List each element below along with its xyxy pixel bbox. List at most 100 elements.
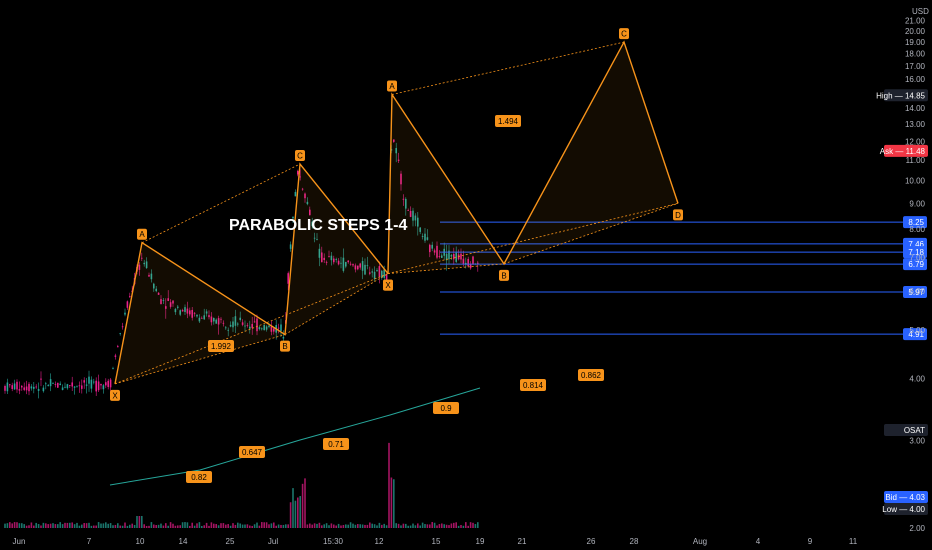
y-tick-label: 10.00: [905, 177, 926, 186]
candle-body: [90, 379, 93, 389]
volume-bar: [52, 523, 54, 528]
volume-bar: [157, 524, 160, 528]
candle-body: [33, 386, 35, 389]
x-tick-label: 7: [87, 537, 92, 546]
pattern-point-letter: A: [389, 82, 395, 91]
volume-bar: [453, 522, 455, 528]
candle-body: [83, 380, 85, 383]
volume-bar: [126, 525, 129, 528]
x-tick-label: 19: [476, 537, 485, 546]
pattern-ratio-value: 1.494: [498, 117, 519, 126]
volume-bar: [232, 523, 234, 528]
volume-bar: [21, 523, 23, 528]
volume-bar: [179, 525, 181, 528]
volume-bar: [469, 522, 472, 528]
candle-body: [30, 386, 33, 389]
pattern-point-letter: D: [675, 211, 681, 220]
x-tick-label: Jul: [268, 537, 278, 546]
volume-bar: [419, 525, 421, 528]
volume-bar: [148, 525, 150, 528]
volume-bar: [165, 523, 167, 528]
volume-bar: [47, 524, 49, 528]
volume-bar: [354, 524, 357, 528]
volume-bar: [472, 522, 474, 528]
volume-bar: [349, 522, 352, 528]
volume-bar: [153, 524, 155, 528]
volume-bar: [136, 516, 138, 528]
volume-bar: [85, 523, 88, 528]
volume-bar: [390, 477, 393, 528]
pattern-ratio-value: 0.9: [440, 404, 452, 413]
volume-bar: [253, 524, 256, 528]
volume-bar: [438, 524, 441, 528]
volume-bar: [93, 525, 95, 528]
volume-bar: [477, 522, 479, 528]
pattern-point-letter: B: [282, 342, 287, 351]
y-tick-label: 17.00: [905, 62, 926, 71]
volume-bar: [73, 524, 76, 528]
volume-bar: [412, 523, 414, 528]
volume-bar: [239, 523, 241, 528]
x-tick-label: 14: [179, 537, 188, 546]
x-tick-label: 21: [518, 537, 527, 546]
volume-bar: [309, 523, 311, 528]
price-chart[interactable]: 8.257.467.186.795.974.91 XABCX1.9920.647…: [0, 0, 932, 550]
volume-bar: [121, 525, 124, 528]
volume-bar: [23, 524, 25, 528]
volume-bar: [59, 522, 61, 528]
volume-bar: [407, 525, 409, 528]
candle-body: [112, 368, 114, 370]
volume-bar: [220, 523, 222, 528]
volume-bar: [424, 524, 426, 528]
volume-bar: [33, 525, 35, 528]
volume-bar: [177, 525, 179, 528]
volume-bar: [467, 525, 469, 528]
pattern-ratio-value: 0.71: [328, 440, 344, 449]
volume-bar: [395, 523, 397, 528]
volume-bar: [313, 523, 316, 528]
price-tag-text: Low — 4.00: [882, 505, 925, 514]
volume-bar: [431, 522, 433, 528]
volume-bar: [340, 525, 342, 528]
volume-bar: [237, 522, 239, 528]
volume-bar: [49, 523, 52, 528]
volume-bar: [337, 523, 340, 528]
volume-bar: [119, 525, 121, 528]
volume-bar: [61, 524, 64, 528]
candle-body: [23, 387, 25, 390]
volume-bar: [6, 523, 9, 528]
y-tick-label: 2.00: [909, 524, 925, 533]
volume-bar: [347, 524, 349, 528]
volume-bar: [107, 523, 109, 528]
volume-bar: [174, 525, 177, 528]
volume-bar: [369, 522, 371, 528]
volume-bar: [359, 524, 361, 528]
price-tag-text: Ask — 11.48: [880, 147, 926, 156]
volume-bar: [217, 525, 220, 528]
x-tick-label: 25: [226, 537, 235, 546]
x-tick-label: 26: [587, 537, 596, 546]
candle-body: [124, 312, 126, 315]
pattern-point-letter: A: [139, 230, 145, 239]
y-tick-label: 20.00: [905, 27, 926, 36]
volume-bar: [270, 523, 273, 528]
candle-body: [102, 385, 105, 390]
volume-bar: [455, 522, 457, 528]
candle-body: [73, 386, 76, 388]
y-tick-label: 19.00: [905, 38, 926, 47]
volume-bar: [225, 524, 227, 528]
volume-bar: [400, 525, 402, 528]
y-tick-label: 8.00: [909, 225, 925, 234]
candle-body: [49, 379, 52, 387]
candle-body: [28, 383, 30, 392]
volume-bar: [268, 524, 270, 528]
chart-title: PARABOLIC STEPS 1-4: [229, 217, 408, 234]
volume-bar: [397, 523, 400, 528]
volume-bar: [474, 524, 477, 528]
volume-bar: [405, 523, 407, 528]
volume-bar: [229, 525, 232, 528]
volume-bar: [227, 524, 229, 528]
volume-bar: [443, 524, 445, 528]
volume-bar: [246, 524, 249, 528]
candle-body: [69, 385, 71, 386]
